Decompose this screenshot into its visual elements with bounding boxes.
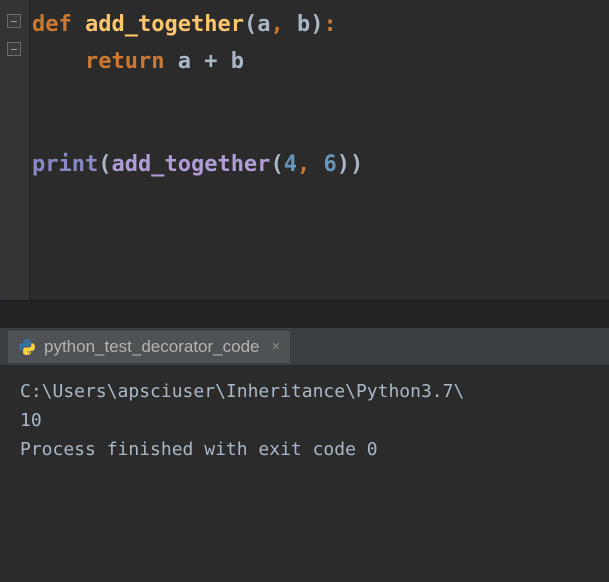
close-icon[interactable]: × <box>272 338 281 355</box>
editor-gutter <box>0 0 28 300</box>
number-literal: 4 <box>284 152 297 177</box>
code-editor[interactable]: def add_together(a, b): return a + b pri… <box>0 0 609 300</box>
code-content[interactable]: def add_together(a, b): return a + b pri… <box>28 0 367 300</box>
blank-line <box>32 115 363 148</box>
keyword-def: def <box>32 12 72 37</box>
fold-collapse-icon[interactable] <box>7 42 21 56</box>
fold-collapse-icon[interactable] <box>7 14 21 28</box>
function-call: add_together <box>111 152 270 177</box>
code-line-5: print(add_together(4, 6)) <box>32 148 363 181</box>
blank-line <box>32 82 363 115</box>
code-line-1: def add_together(a, b): <box>32 8 363 41</box>
param-a: a <box>257 12 270 37</box>
print-call: print <box>32 152 98 177</box>
console-exit-line: Process finished with exit code 0 <box>20 436 589 463</box>
console-output-line: 10 <box>20 407 589 434</box>
number-literal: 6 <box>323 152 336 177</box>
run-tab[interactable]: python_test_decorator_code × <box>8 331 290 363</box>
keyword-return: return <box>85 49 164 74</box>
python-icon <box>18 338 36 356</box>
console-output[interactable]: C:\Users\apsciuser\Inheritance\Python3.7… <box>0 366 609 582</box>
run-tab-bar: python_test_decorator_code × <box>0 328 609 366</box>
panel-divider[interactable] <box>0 300 609 328</box>
code-line-2: return a + b <box>32 45 363 78</box>
run-tab-label: python_test_decorator_code <box>44 337 260 357</box>
console-path-line: C:\Users\apsciuser\Inheritance\Python3.7… <box>20 378 589 405</box>
param-b: b <box>297 12 310 37</box>
function-name: add_together <box>85 12 244 37</box>
